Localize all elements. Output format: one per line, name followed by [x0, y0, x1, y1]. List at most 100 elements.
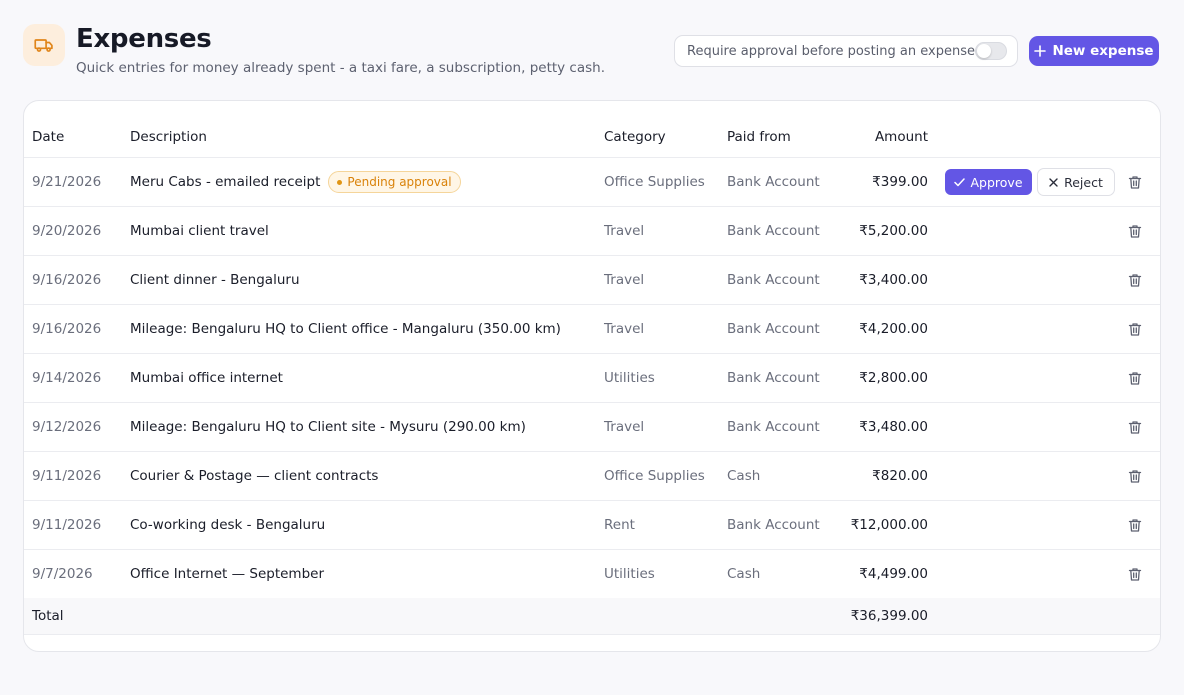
expenses-table: Date Description Category Paid from Amou…	[23, 100, 1161, 652]
row-paid-from: Bank Account	[727, 517, 820, 533]
row-date: 9/11/2026	[32, 468, 102, 484]
row-paid-from: Bank Account	[727, 321, 820, 337]
row-description: Mileage: Bengaluru HQ to Client site - M…	[130, 403, 526, 451]
row-amount: ₹4,200.00	[859, 321, 928, 337]
require-approval-label: Require approval before posting an expen…	[687, 44, 975, 59]
row-category: Travel	[604, 419, 645, 435]
table-row[interactable]: 9/11/2026 Courier & Postage — client cont…	[24, 452, 1160, 501]
row-amount: ₹4,499.00	[859, 566, 928, 582]
row-date: 9/14/2026	[32, 370, 102, 386]
trash-icon	[1128, 518, 1142, 533]
column-date: Date	[32, 129, 65, 145]
trash-icon	[1128, 567, 1142, 582]
row-description: Mumbai client travel	[130, 207, 269, 255]
row-amount: ₹12,000.00	[850, 517, 928, 533]
close-icon	[1049, 177, 1058, 187]
check-icon	[954, 177, 966, 186]
new-expense-button[interactable]: New expense	[1029, 36, 1159, 66]
delete-button[interactable]	[1126, 320, 1144, 338]
table-row[interactable]: 9/16/2026 Mileage: Bengaluru HQ to Client…	[24, 305, 1160, 354]
table-row[interactable]: 9/12/2026 Mileage: Bengaluru HQ to Client…	[24, 403, 1160, 452]
row-description-text: Mileage: Bengaluru HQ to Client office -…	[130, 321, 561, 337]
row-description: Mileage: Bengaluru HQ to Client office -…	[130, 305, 561, 353]
column-paid-from: Paid from	[727, 129, 791, 145]
delete-button[interactable]	[1126, 565, 1144, 583]
table-row[interactable]: 9/21/2026 Meru Cabs - emailed receipt Pend…	[24, 158, 1160, 207]
delete-button[interactable]	[1126, 369, 1144, 387]
reject-label: Reject	[1064, 174, 1103, 190]
row-amount: ₹3,480.00	[859, 419, 928, 435]
require-approval-toggle[interactable]	[975, 42, 1007, 60]
trash-icon	[1128, 469, 1142, 484]
row-paid-from: Bank Account	[727, 370, 820, 386]
row-paid-from: Bank Account	[727, 272, 820, 288]
status-dot-icon	[337, 179, 343, 185]
total-row: Total ₹36,399.00	[24, 598, 1160, 635]
row-paid-from: Bank Account	[727, 174, 820, 190]
row-description-text: Mumbai office internet	[130, 370, 283, 386]
column-amount: Amount	[874, 129, 928, 145]
row-description-text: Office Internet — September	[130, 566, 325, 582]
row-category: Office Supplies	[604, 468, 705, 484]
row-description: Co-working desk - Bengaluru	[130, 501, 325, 549]
page-header: Expenses Quick entries for money already…	[23, 22, 1161, 82]
page-title: Expenses	[76, 24, 212, 54]
status-badge: Pending approval	[328, 171, 461, 193]
row-description-text: Co-working desk - Bengaluru	[130, 517, 326, 533]
table-row[interactable]: 9/11/2026 Co-working desk - Bengaluru Rent…	[24, 501, 1160, 550]
row-category: Rent	[604, 517, 635, 533]
row-description-text: Courier & Postage — client contracts	[130, 468, 379, 484]
delete-button[interactable]	[1126, 418, 1144, 436]
row-description-text: Mileage: Bengaluru HQ to Client site - M…	[130, 419, 526, 435]
delete-button[interactable]	[1126, 222, 1144, 240]
trash-icon	[1128, 420, 1142, 435]
truck-icon	[23, 24, 65, 66]
delete-button[interactable]	[1126, 173, 1144, 191]
delete-button[interactable]	[1126, 516, 1144, 534]
row-date: 9/16/2026	[32, 321, 102, 337]
row-paid-from: Bank Account	[727, 419, 820, 435]
table-row[interactable]: 9/7/2026 Office Internet — September Utili…	[24, 550, 1160, 599]
row-paid-from: Cash	[727, 468, 761, 484]
row-category: Travel	[604, 321, 645, 337]
row-description-text: Meru Cabs - emailed receipt	[130, 174, 321, 190]
row-date: 9/20/2026	[32, 223, 102, 239]
row-category: Office Supplies	[604, 174, 705, 190]
table-header: Date Description Category Paid from Amou…	[24, 112, 1160, 158]
require-approval-setting[interactable]: Require approval before posting an expen…	[674, 35, 1018, 67]
row-date: 9/7/2026	[32, 566, 93, 582]
table-row[interactable]: 9/16/2026 Client dinner - Bengaluru Travel…	[24, 256, 1160, 305]
row-description: Office Internet — September	[130, 550, 324, 598]
trash-icon	[1128, 322, 1142, 337]
table-row[interactable]: 9/14/2026 Mumbai office internet Utilities…	[24, 354, 1160, 403]
row-date: 9/12/2026	[32, 419, 102, 435]
total-amount: ₹36,399.00	[850, 608, 928, 624]
row-description: Courier & Postage — client contracts	[130, 452, 378, 500]
row-amount: ₹820.00	[872, 468, 928, 484]
delete-button[interactable]	[1126, 271, 1144, 289]
approve-label: Approve	[970, 174, 1023, 190]
total-label: Total	[32, 608, 64, 624]
row-category: Utilities	[604, 370, 655, 386]
row-amount: ₹399.00	[872, 174, 928, 190]
row-amount: ₹3,400.00	[859, 272, 928, 288]
reject-button[interactable]: Reject	[1037, 168, 1115, 196]
table-row[interactable]: 9/20/2026 Mumbai client travel Travel Bank …	[24, 207, 1160, 256]
delete-button[interactable]	[1126, 467, 1144, 485]
row-description: Mumbai office internet	[130, 354, 283, 402]
row-category: Travel	[604, 223, 645, 239]
row-amount: ₹2,800.00	[859, 370, 928, 386]
column-category: Category	[604, 129, 666, 145]
row-description-text: Client dinner - Bengaluru	[130, 272, 300, 288]
row-date: 9/11/2026	[32, 517, 102, 533]
row-description: Meru Cabs - emailed receipt Pending appro…	[130, 158, 461, 206]
status-badge-label: Pending approval	[347, 175, 452, 189]
row-description: Client dinner - Bengaluru	[130, 256, 300, 304]
page-subtitle: Quick entries for money already spent - …	[76, 60, 606, 76]
trash-icon	[1128, 224, 1142, 239]
trash-icon	[1128, 273, 1142, 288]
toggle-knob	[977, 44, 991, 58]
column-description: Description	[130, 129, 207, 145]
row-category: Utilities	[604, 566, 655, 582]
approve-button[interactable]: Approve	[945, 169, 1032, 195]
